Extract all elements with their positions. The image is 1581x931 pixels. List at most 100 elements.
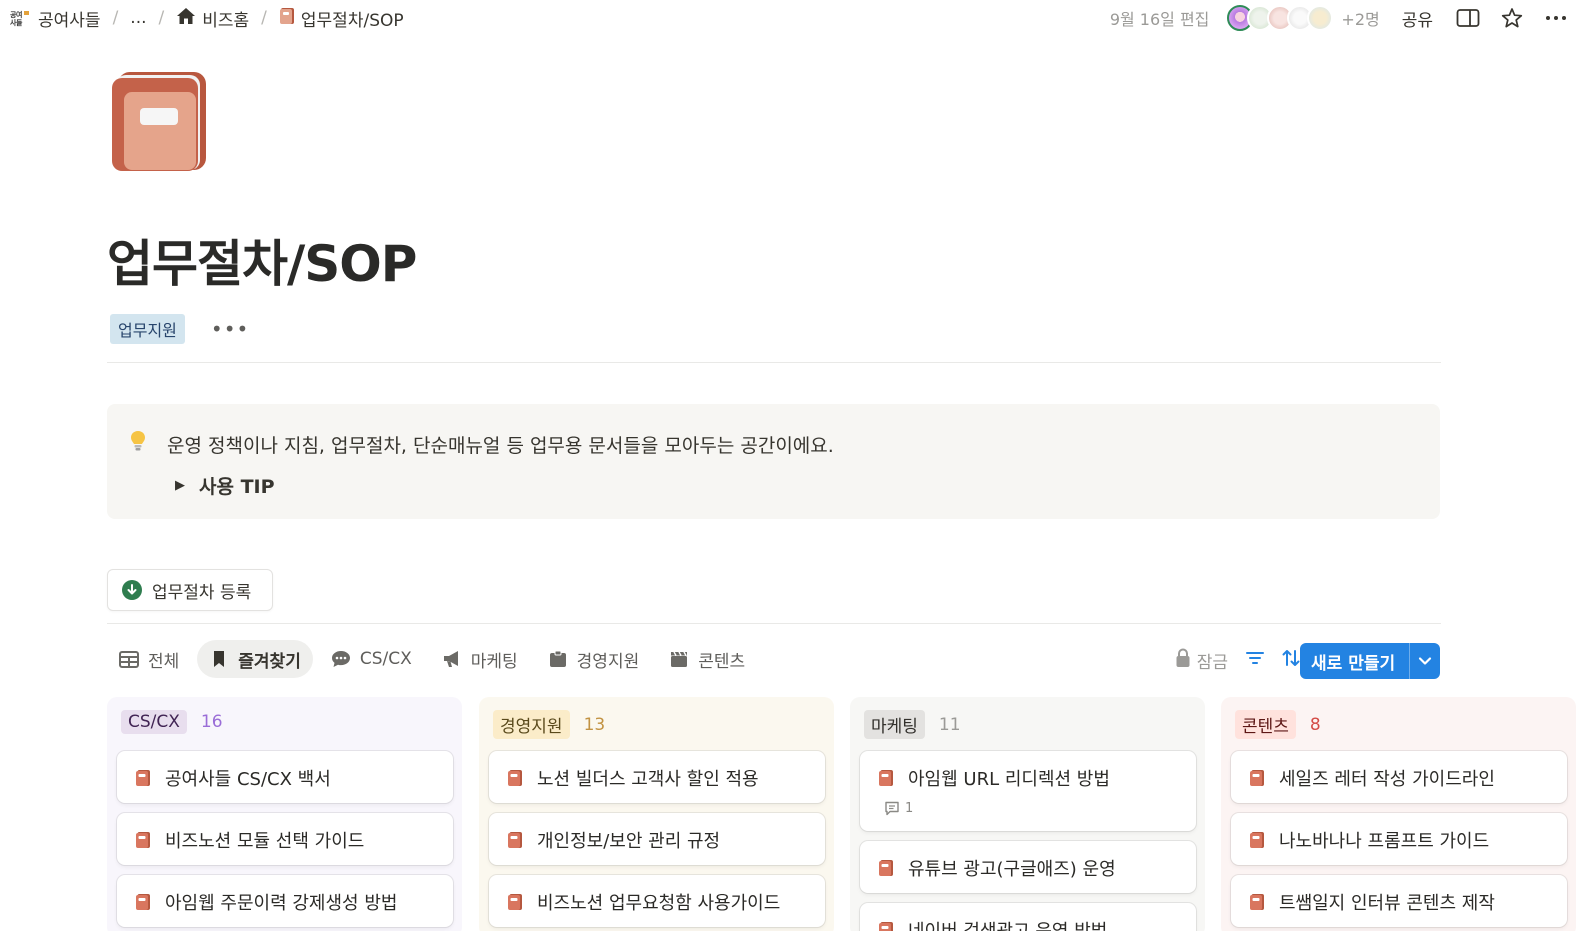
breadcrumb-current[interactable]: 업무절차/SOP: [277, 6, 406, 31]
new-button[interactable]: 새로 만들기: [1300, 643, 1440, 679]
book-icon: [508, 894, 522, 910]
column-badge: 경영지원: [493, 710, 570, 739]
board-card[interactable]: 아임웹 주문이력 강제생성 방법: [117, 875, 453, 927]
new-button-label: 새로 만들기: [1311, 653, 1396, 674]
card-comments: 1: [860, 791, 1196, 816]
breadcrumb-separator: /: [261, 8, 267, 28]
card-title: 아임웹 URL 리디렉션 방법: [908, 769, 1110, 790]
card-title-row: 네이버 검색광고 운영 방법: [860, 903, 1196, 931]
board-view: CS/CX 16 공여사들 CS/CX 백서비즈노션 모듈 선택 가이드아임웹 주문…: [107, 697, 1581, 931]
tab-cscx[interactable]: CS/CX: [319, 640, 424, 678]
column-header[interactable]: 마케팅 11: [864, 710, 961, 739]
workspace-logo-icon: 공여 사들: [9, 9, 31, 27]
star-icon[interactable]: [1499, 5, 1525, 31]
register-procedure-label: 업무절차 등록: [152, 582, 252, 603]
divider: [107, 362, 1441, 363]
book-icon: [879, 770, 893, 786]
divider: [107, 623, 1441, 624]
register-procedure-button[interactable]: 업무절차 등록: [107, 569, 273, 611]
breadcrumb-separator: /: [158, 8, 165, 28]
board-card[interactable]: 아임웹 URL 리디렉션 방법 1: [860, 751, 1196, 831]
property-more-button[interactable]: •••: [211, 317, 249, 341]
sidebar-panel-icon[interactable]: [1455, 5, 1481, 31]
book-icon: [1250, 832, 1264, 848]
comment-icon: [885, 801, 899, 816]
book-icon: [136, 832, 150, 848]
filter-icon: [1246, 650, 1264, 670]
card-title-row: 아임웹 주문이력 강제생성 방법: [117, 875, 453, 915]
avatar: [1307, 5, 1334, 31]
share-button[interactable]: 공유: [1402, 6, 1433, 31]
view-tabs: 전체 즐겨찾기 CS/CX 마케팅 경영지원 콘텐츠: [107, 639, 763, 679]
top-actions: 9월 16일 편집 +2명 공유: [1110, 4, 1569, 32]
board-card[interactable]: 노션 빌더스 고객사 할인 적용: [489, 751, 825, 803]
more-collaborators[interactable]: +2명: [1341, 6, 1379, 30]
column-badge: 콘텐츠: [1235, 710, 1296, 739]
collaborator-avatars[interactable]: [1227, 5, 1334, 31]
board-card[interactable]: 유튜브 광고(구글애즈) 운영: [860, 841, 1196, 893]
lock-button[interactable]: 잠금: [1175, 647, 1228, 673]
card-title-row: 유튜브 광고(구글애즈) 운영: [860, 841, 1196, 881]
clipboard-icon: [548, 649, 568, 669]
properties-row: 업무지원 •••: [110, 314, 249, 344]
sort-icon: [1282, 649, 1300, 672]
breadcrumb-separator: /: [112, 8, 119, 28]
card-title-row: 개인정보/보안 관리 규정: [489, 813, 825, 853]
book-icon: [879, 860, 893, 876]
triangle-right-icon: ▶: [175, 478, 185, 493]
column-header[interactable]: CS/CX 16: [121, 710, 223, 734]
tip-toggle[interactable]: ▶ 사용 TIP: [175, 472, 275, 499]
breadcrumb-workspace[interactable]: 공여 사들 공여사들: [6, 6, 103, 31]
breadcrumb-parent[interactable]: 비즈홈: [174, 6, 251, 31]
board-card[interactable]: 개인정보/보안 관리 규정: [489, 813, 825, 865]
breadcrumb-ellipsis[interactable]: ...: [128, 8, 148, 28]
card-title: 비즈노션 업무요청함 사용가이드: [537, 893, 781, 914]
card-title: 세일즈 레터 작성 가이드라인: [1279, 769, 1495, 790]
top-bar: 공여 사들 공여사들 / ... / 비즈홈 / 업무절차/SOP 9월 16일…: [0, 0, 1581, 36]
card-title: 공여사들 CS/CX 백서: [165, 769, 331, 790]
card-title-row: 공여사들 CS/CX 백서: [117, 751, 453, 791]
page-title[interactable]: 업무절차/SOP: [107, 224, 417, 296]
last-edited: 9월 16일 편집: [1109, 10, 1210, 29]
board-card[interactable]: 나노바나나 프롬프트 가이드: [1231, 813, 1567, 865]
tab-favorites[interactable]: 즐겨찾기: [197, 640, 313, 678]
chat-icon: [331, 649, 351, 669]
board-card[interactable]: 세일즈 레터 작성 가이드라인: [1231, 751, 1567, 803]
board-card[interactable]: 공여사들 CS/CX 백서: [117, 751, 453, 803]
filter-button[interactable]: [1246, 650, 1264, 670]
tab-label: CS/CX: [359, 649, 412, 669]
tab-all[interactable]: 전체: [107, 640, 191, 678]
tab-marketing[interactable]: 마케팅: [430, 640, 530, 678]
board-card[interactable]: 트쌤일지 인터뷰 콘텐츠 제작: [1231, 875, 1567, 927]
megaphone-icon: [442, 649, 462, 669]
book-icon: [508, 832, 522, 848]
column-header[interactable]: 콘텐츠 8: [1235, 710, 1321, 739]
tab-label: 전체: [148, 651, 180, 672]
board-card[interactable]: 비즈노션 모듈 선택 가이드: [117, 813, 453, 865]
card-title-row: 비즈노션 업무요청함 사용가이드: [489, 875, 825, 915]
board-column: 콘텐츠 8 세일즈 레터 작성 가이드라인나노바나나 프롬프트 가이드트쌤일지 인터…: [1221, 697, 1576, 931]
category-tag[interactable]: 업무지원: [110, 314, 185, 344]
board-card[interactable]: 비즈노션 업무요청함 사용가이드: [489, 875, 825, 927]
tab-contents[interactable]: 콘텐츠: [657, 640, 757, 678]
sort-button[interactable]: [1282, 649, 1300, 672]
breadcrumb-ellipsis-label: ...: [130, 8, 147, 28]
callout-text: 운영 정책이나 지침, 업무절차, 단순매뉴얼 등 업무용 문서들을 모아두는 …: [167, 435, 834, 457]
card-title: 아임웹 주문이력 강제생성 방법: [165, 893, 398, 914]
page-book-icon[interactable]: [110, 70, 210, 172]
card-title-row: 나노바나나 프롬프트 가이드: [1231, 813, 1567, 853]
column-header[interactable]: 경영지원 13: [493, 710, 605, 739]
tip-toggle-label: 사용 TIP: [199, 476, 275, 498]
board-column: CS/CX 16 공여사들 CS/CX 백서비즈노션 모듈 선택 가이드아임웹 주문…: [107, 697, 462, 931]
svg-text:사들: 사들: [10, 18, 23, 27]
lightbulb-icon: [129, 430, 147, 457]
more-options-icon[interactable]: [1543, 5, 1569, 31]
card-title: 노션 빌더스 고객사 할인 적용: [537, 769, 759, 790]
clapper-icon: [669, 649, 689, 669]
tab-management[interactable]: 경영지원: [536, 640, 652, 678]
book-icon: [1250, 894, 1264, 910]
board-column: 마케팅 11 아임웹 URL 리디렉션 방법 1 유튜브 광고(구글애즈) 운영네이버 …: [850, 697, 1205, 931]
card-title: 트쌤일지 인터뷰 콘텐츠 제작: [1279, 893, 1495, 914]
board-card[interactable]: 네이버 검색광고 운영 방법: [860, 903, 1196, 931]
chevron-down-icon[interactable]: [1410, 656, 1440, 666]
